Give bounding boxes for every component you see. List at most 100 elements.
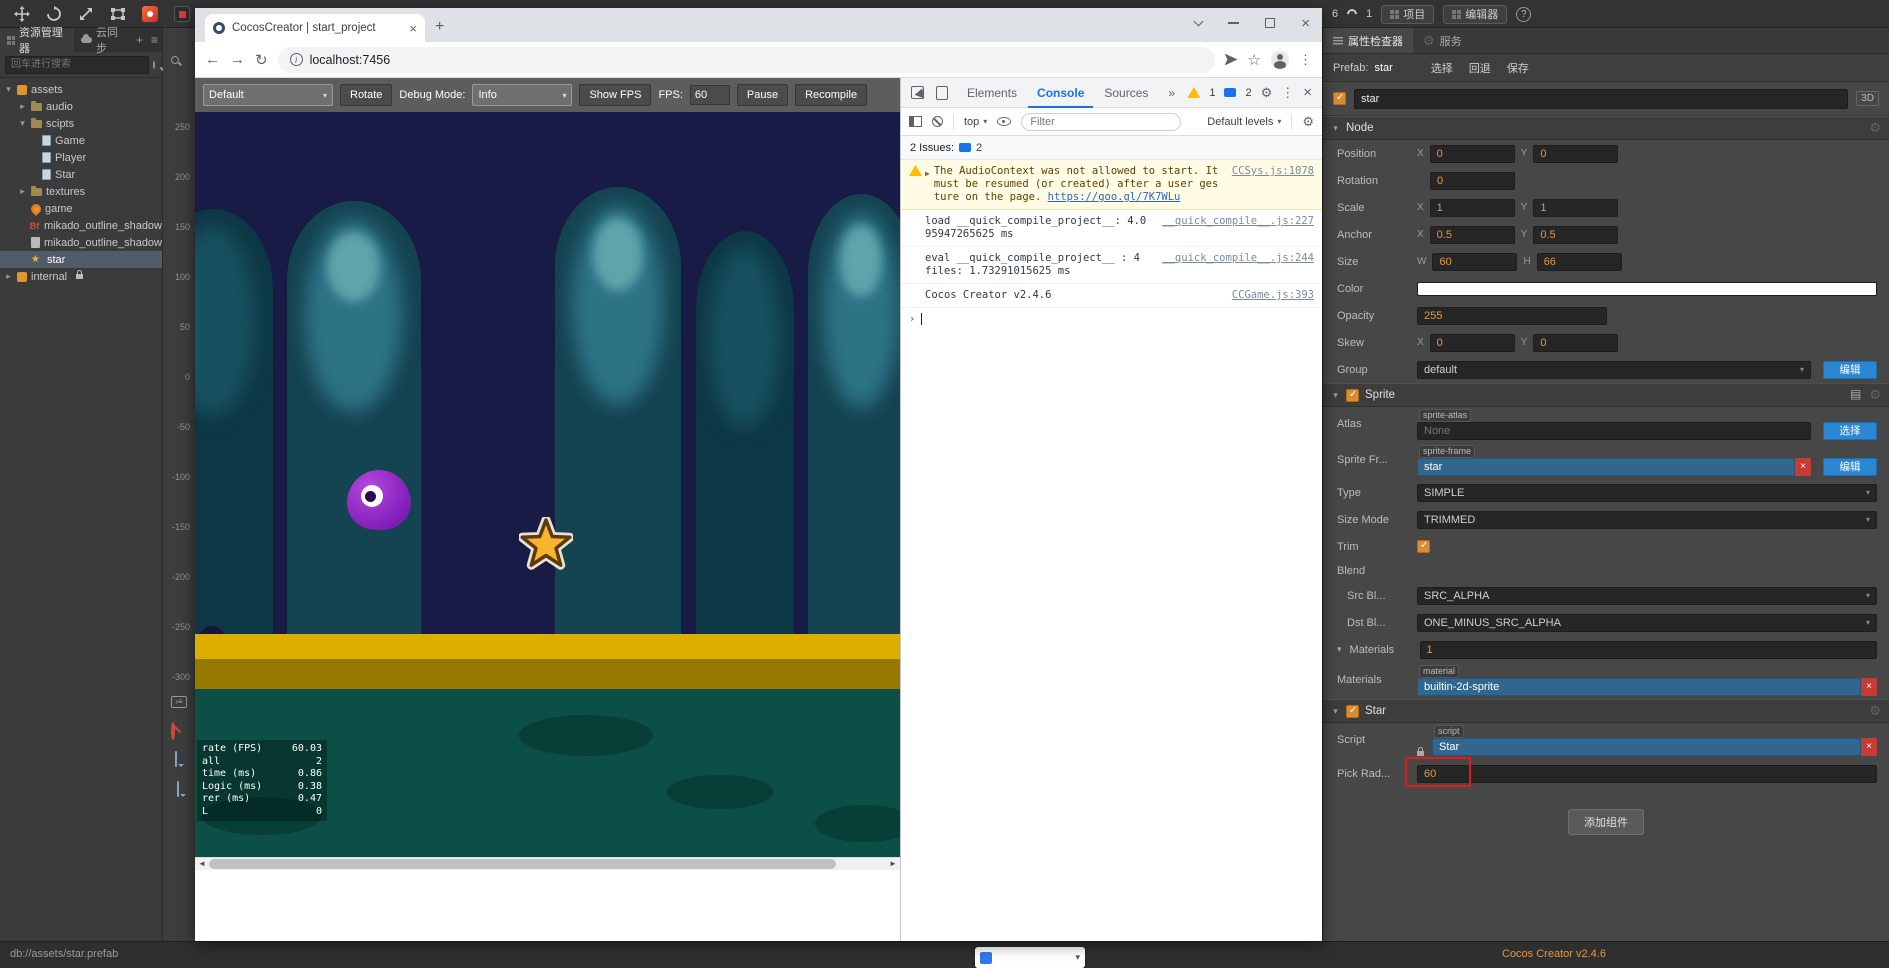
size-mode-select[interactable]: TRIMMED ▾ xyxy=(1417,510,1877,529)
recompile-button[interactable]: Recompile xyxy=(795,84,868,106)
script-field[interactable]: Star xyxy=(1432,738,1861,756)
floating-taskbar-fragment[interactable]: ▾ xyxy=(975,947,1085,968)
caret-icon[interactable]: ▸ xyxy=(18,186,27,197)
tree-item-font-file[interactable]: mikado_outline_shadow xyxy=(0,234,162,251)
url-text[interactable]: localhost:7456 xyxy=(310,53,391,67)
console-source-link[interactable]: CCSys.js:1078 xyxy=(1232,165,1314,178)
message-badge-icon[interactable] xyxy=(1224,88,1237,97)
atlas-field[interactable]: None xyxy=(1417,422,1811,440)
search-icon[interactable] xyxy=(153,60,155,69)
scale-tool-icon[interactable] xyxy=(78,6,94,22)
node-active-checkbox[interactable] xyxy=(1333,92,1346,105)
more-tabs-icon[interactable]: » xyxy=(1159,78,1184,108)
reload-icon[interactable]: ↻ xyxy=(255,51,268,69)
tree-item-scipts[interactable]: ▾ scipts xyxy=(0,115,162,132)
material-field[interactable]: builtin-2d-sprite xyxy=(1417,678,1861,696)
address-bar[interactable]: i localhost:7456 xyxy=(277,46,1215,73)
caret-icon[interactable]: ▸ xyxy=(4,271,13,282)
show-fps-button[interactable]: Show FPS xyxy=(579,84,652,106)
star-gear-icon[interactable]: ⚙ xyxy=(1869,703,1881,719)
rect-tool-icon[interactable] xyxy=(110,6,126,22)
scroll-left-icon[interactable]: ◄ xyxy=(195,858,209,870)
console-source-link[interactable]: __quick_compile__.js:244 xyxy=(1162,252,1314,265)
zoom-icon[interactable] xyxy=(171,56,179,64)
caret-icon[interactable]: ▾ xyxy=(4,84,13,95)
devtools-close-icon[interactable]: × xyxy=(1303,84,1312,101)
pinned-app-icon-red[interactable] xyxy=(142,5,158,22)
caret-icon[interactable]: ▾ xyxy=(1331,706,1340,717)
horizontal-scrollbar[interactable]: ◄ ► xyxy=(195,857,900,870)
maximize-button[interactable] xyxy=(1265,18,1276,28)
remove-icon[interactable]: × xyxy=(1861,738,1877,756)
skew-y-field[interactable]: 0 xyxy=(1533,333,1619,352)
remove-icon[interactable]: × xyxy=(1795,458,1811,476)
pick-radius-field[interactable]: 60 xyxy=(1417,765,1877,783)
color-swatch[interactable] xyxy=(1417,281,1877,296)
minimize-button[interactable] xyxy=(1228,22,1240,24)
tab-properties[interactable]: 属性检查器 xyxy=(1323,28,1413,53)
bookmark-star-icon[interactable]: ☆ xyxy=(1248,51,1261,69)
live-expression-icon[interactable] xyxy=(997,117,1012,126)
add-asset-button[interactable]: + xyxy=(132,33,147,47)
scrollbar-thumb[interactable] xyxy=(209,859,836,869)
materials-count-field[interactable]: 1 xyxy=(1419,640,1877,659)
help-button[interactable]: ? xyxy=(1516,6,1532,22)
sprite-gear-icon[interactable]: ⚙ xyxy=(1869,387,1881,403)
caret-icon[interactable]: ▾ xyxy=(1331,390,1340,401)
tab-services[interactable]: ⚙ 服务 xyxy=(1413,28,1472,53)
pinned-app-icon-dark[interactable] xyxy=(174,5,190,22)
3d-toggle[interactable]: 3D xyxy=(1856,91,1879,106)
group-select[interactable]: default ▾ xyxy=(1417,360,1811,379)
move-tool-icon[interactable] xyxy=(14,5,30,22)
sprite-frame-field[interactable]: star xyxy=(1417,458,1795,476)
opacity-field[interactable]: 255 xyxy=(1417,306,1607,325)
new-tab-button[interactable]: + xyxy=(435,18,444,36)
atlas-select-button[interactable]: 选择 xyxy=(1823,422,1877,440)
scale-x-field[interactable]: 1 xyxy=(1429,198,1515,217)
message-bubble-icon[interactable] xyxy=(175,751,177,767)
sprite-enabled-checkbox[interactable] xyxy=(1346,388,1359,402)
console-warning-row[interactable]: ▶ The AudioContext was not allowed to st… xyxy=(901,160,1322,210)
close-button[interactable]: × xyxy=(1301,15,1310,32)
devtools-menu-icon[interactable]: ⋮ xyxy=(1281,85,1294,101)
inspect-element-icon[interactable] xyxy=(911,86,924,99)
position-y-field[interactable]: 0 xyxy=(1533,144,1619,163)
editor-button[interactable]: 编辑器 xyxy=(1443,4,1508,24)
console-sidebar-icon[interactable] xyxy=(909,116,922,127)
pause-button[interactable]: Pause xyxy=(736,84,789,106)
sprite-section-header[interactable]: ▾ Sprite ▤⚙ xyxy=(1323,383,1889,407)
tree-item-star-script[interactable]: Star xyxy=(0,166,162,183)
rotation-field[interactable]: 0 xyxy=(1430,171,1515,190)
rotate-tool-icon[interactable] xyxy=(46,5,62,22)
tab-cloud-sync[interactable]: 云同步 xyxy=(74,27,132,55)
type-select[interactable]: SIMPLE ▾ xyxy=(1417,483,1877,502)
remove-icon[interactable]: × xyxy=(1861,678,1877,696)
debug-mode-select[interactable]: Info ▾ xyxy=(472,84,573,106)
scene-select[interactable]: Default ▾ xyxy=(203,84,333,106)
issues-bar[interactable]: 2 Issues: 2 xyxy=(901,136,1322,160)
clear-console-icon[interactable] xyxy=(932,116,943,127)
game-canvas[interactable]: rate (FPS) 60.03 all 2 time (ms) 0.86 Logic… xyxy=(195,112,900,857)
tree-item-textures[interactable]: ▸ textures xyxy=(0,183,162,200)
tree-item-star-prefab[interactable]: ★ star xyxy=(0,251,162,268)
profile-avatar[interactable] xyxy=(1271,50,1289,69)
caret-icon[interactable]: ▾ xyxy=(1331,123,1340,134)
tab-assets-manager[interactable]: 资源管理器 xyxy=(0,27,75,55)
message-bubble-icon[interactable] xyxy=(177,781,179,797)
console-source-link[interactable]: CCGame.js:393 xyxy=(1232,289,1314,302)
tree-item-internal[interactable]: ▸ internal xyxy=(0,268,162,285)
assets-search-input[interactable] xyxy=(5,55,149,74)
node-gear-icon[interactable]: ⚙ xyxy=(1869,120,1881,136)
console-settings-icon[interactable]: ⚙ xyxy=(1302,114,1314,130)
tree-item-audio[interactable]: ▸ audio xyxy=(0,98,162,115)
project-button[interactable]: 项目 xyxy=(1381,4,1435,24)
rotate-button[interactable]: Rotate xyxy=(340,84,393,106)
console-prompt[interactable]: › xyxy=(901,308,1322,330)
clear-log-icon[interactable] xyxy=(171,722,175,740)
console-log-row[interactable]: Cocos Creator v2.4.6 CCGame.js:393 xyxy=(901,284,1322,308)
browser-tab[interactable]: CocosCreator | start_project × xyxy=(205,14,425,42)
size-h-field[interactable]: 66 xyxy=(1536,252,1622,271)
tree-item-game-scene[interactable]: game xyxy=(0,200,162,217)
expand-caret-icon[interactable]: ▶ xyxy=(925,167,930,180)
add-component-button[interactable]: 添加组件 xyxy=(1568,809,1644,835)
